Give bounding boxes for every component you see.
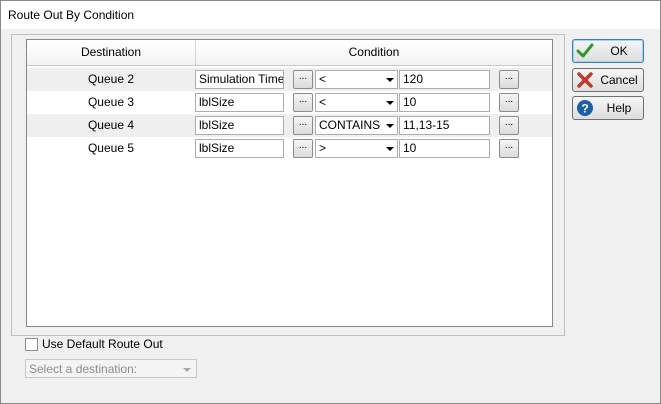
cancel-button[interactable]: Cancel [572,68,644,92]
destination-cell: Queue 3 [87,95,135,109]
operator-value: < [319,95,327,109]
table-header: Destination Condition [27,40,552,66]
operator-value: CONTAINS [319,118,381,132]
operator-value: > [319,141,327,155]
variable-browse-button[interactable]: ... [293,70,313,89]
value-browse-button[interactable]: ... [499,93,519,112]
condition-value-field[interactable]: 10 [399,139,490,158]
conditions-table: Destination Condition Queue 2 Simulation… [26,39,553,327]
dialog-title: Route Out By Condition [8,8,135,22]
help-icon: ? [577,100,593,116]
value-browse-button[interactable]: ... [499,70,519,89]
ok-button[interactable]: OK [572,39,644,63]
chevron-down-icon [386,124,394,128]
close-icon [577,72,593,88]
svg-text:?: ? [581,102,588,116]
ok-label: OK [610,44,628,58]
help-button[interactable]: ? Help [572,96,644,120]
use-default-route-checkbox[interactable] [25,338,38,351]
help-label: Help [606,101,632,115]
operator-dropdown[interactable]: < [315,93,398,112]
variable-browse-button[interactable]: ... [293,116,313,135]
condition-value-field[interactable]: 120 [399,70,490,89]
condition-variable-field[interactable]: Simulation Time [195,70,284,89]
value-browse-button[interactable]: ... [499,139,519,158]
chevron-down-icon [386,78,394,82]
table-row[interactable]: Queue 4 lblSize ... CONTAINS 11,13-15 ..… [27,114,552,137]
chevron-down-icon [386,147,394,151]
destination-cell: Queue 4 [87,118,135,132]
cancel-label: Cancel [600,73,638,87]
default-destination-placeholder: Select a destination: [29,362,138,376]
table-row[interactable]: Queue 3 lblSize ... < 10 ... [27,91,552,114]
destination-cell: Queue 5 [87,141,135,155]
check-icon [576,43,594,58]
condition-value-field[interactable]: 11,13-15 [399,116,490,135]
title-bar[interactable]: Route Out By Condition [1,1,660,29]
operator-dropdown[interactable]: < [315,70,398,89]
operator-dropdown[interactable]: CONTAINS [315,116,398,135]
dialog-body: Destination Condition Queue 2 Simulation… [1,29,660,403]
variable-browse-button[interactable]: ... [293,139,313,158]
chevron-down-icon [386,101,394,105]
column-header-condition[interactable]: Condition [196,40,552,65]
condition-value-field[interactable]: 10 [399,93,490,112]
default-destination-select[interactable]: Select a destination: [25,359,197,378]
column-header-destination[interactable]: Destination [27,40,196,65]
chevron-down-icon [183,368,191,372]
table-row[interactable]: Queue 2 Simulation Time ... < 120 ... [27,68,552,91]
condition-variable-field[interactable]: lblSize [195,93,284,112]
condition-variable-field[interactable]: lblSize [195,139,284,158]
use-default-route-label[interactable]: Use Default Route Out [42,337,163,351]
destination-cell: Queue 2 [87,72,135,86]
operator-dropdown[interactable]: > [315,139,398,158]
condition-variable-field[interactable]: lblSize [195,116,284,135]
variable-browse-button[interactable]: ... [293,93,313,112]
table-row[interactable]: Queue 5 lblSize ... > 10 ... [27,137,552,160]
route-out-dialog: Route Out By Condition Destination Condi… [0,0,661,404]
value-browse-button[interactable]: ... [499,116,519,135]
operator-value: < [319,72,327,86]
